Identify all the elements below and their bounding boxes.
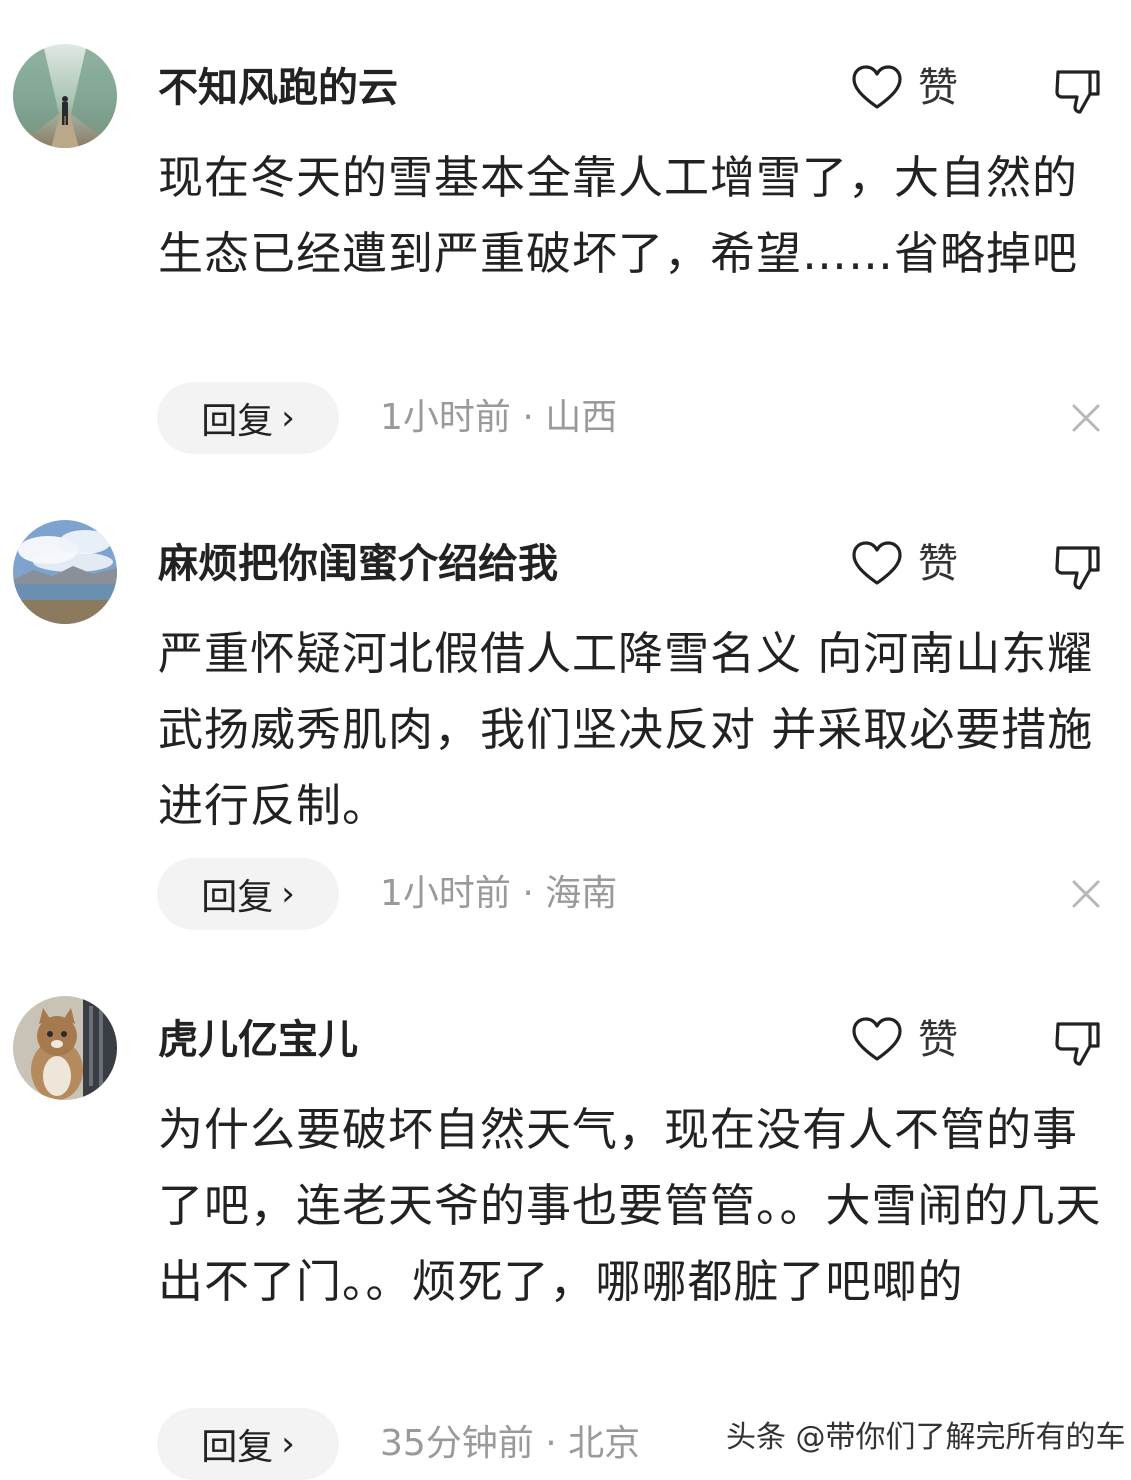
- chevron-right-icon: ›: [281, 398, 295, 438]
- comment-item: 虎儿亿宝儿 赞 为什么要破坏自然天气，现在没有人不管的事了吧，连老天爷的事也要管…: [0, 950, 1131, 1480]
- like-button[interactable]: 赞: [850, 1012, 958, 1068]
- avatar-landscape-icon: [13, 520, 117, 624]
- avatar-cat-icon: [13, 996, 117, 1100]
- reply-label: 回复: [201, 1427, 274, 1468]
- chevron-right-icon: ›: [281, 874, 295, 914]
- username[interactable]: 虎儿亿宝儿: [158, 1016, 358, 1064]
- comment-item: 麻烦把你闺蜜介绍给我 赞 严重怀疑河北假借人工降雪名义 向河南山东耀武扬威秀肌肉…: [0, 470, 1131, 950]
- dislike-button[interactable]: [1050, 540, 1104, 592]
- close-icon: [1072, 404, 1100, 432]
- reply-button[interactable]: 回复 ›: [157, 382, 339, 454]
- like-button[interactable]: 赞: [850, 60, 958, 116]
- thumbs-down-icon: [1055, 1022, 1100, 1066]
- reply-button[interactable]: 回复 ›: [157, 858, 339, 930]
- comment-meta: 35分钟前 · 北京: [380, 1423, 641, 1464]
- comment-meta: 1小时前 · 山西: [380, 397, 618, 438]
- comment-meta: 1小时前 · 海南: [380, 873, 618, 914]
- reply-label: 回复: [201, 877, 274, 918]
- heart-icon: [852, 65, 902, 109]
- dislike-button[interactable]: [1050, 1016, 1104, 1068]
- comment-item: 不知风跑的云 赞 现在冬天的雪基本全靠人工增雪了，大自然的生态已经遭到严重破坏了…: [0, 0, 1131, 470]
- username[interactable]: 不知风跑的云: [158, 64, 398, 112]
- heart-icon: [852, 1017, 902, 1061]
- comment-text: 为什么要破坏自然天气，现在没有人不管的事了吧，连老天爷的事也要管管。。大雪闹的几…: [158, 1103, 1102, 1308]
- chevron-right-icon: ›: [281, 1424, 295, 1464]
- avatar[interactable]: [13, 996, 117, 1100]
- dislike-button[interactable]: [1050, 64, 1104, 116]
- reply-label: 回复: [201, 401, 274, 442]
- avatar[interactable]: [13, 44, 117, 148]
- heart-icon: [852, 541, 902, 585]
- like-label: 赞: [918, 541, 958, 587]
- close-button[interactable]: [1068, 400, 1104, 436]
- username[interactable]: 麻烦把你闺蜜介绍给我: [158, 540, 558, 588]
- like-button[interactable]: 赞: [850, 536, 958, 592]
- close-button[interactable]: [1068, 876, 1104, 912]
- like-label: 赞: [918, 1017, 958, 1063]
- watermark: 头条 @带你们了解完所有的车: [726, 1420, 1126, 1455]
- avatar[interactable]: [13, 520, 117, 624]
- comment-text: 现在冬天的雪基本全靠人工增雪了，大自然的生态已经遭到严重破坏了，希望……省略掉吧: [158, 151, 1079, 280]
- avatar-person-walking-icon: [13, 44, 117, 148]
- thumbs-down-icon: [1055, 546, 1100, 590]
- comment-text: 严重怀疑河北假借人工降雪名义 向河南山东耀武扬威秀肌肉，我们坚决反对 并采取必要…: [158, 627, 1094, 832]
- reply-button[interactable]: 回复 ›: [157, 1408, 339, 1480]
- close-icon: [1072, 880, 1100, 908]
- thumbs-down-icon: [1055, 70, 1100, 114]
- like-label: 赞: [918, 65, 958, 111]
